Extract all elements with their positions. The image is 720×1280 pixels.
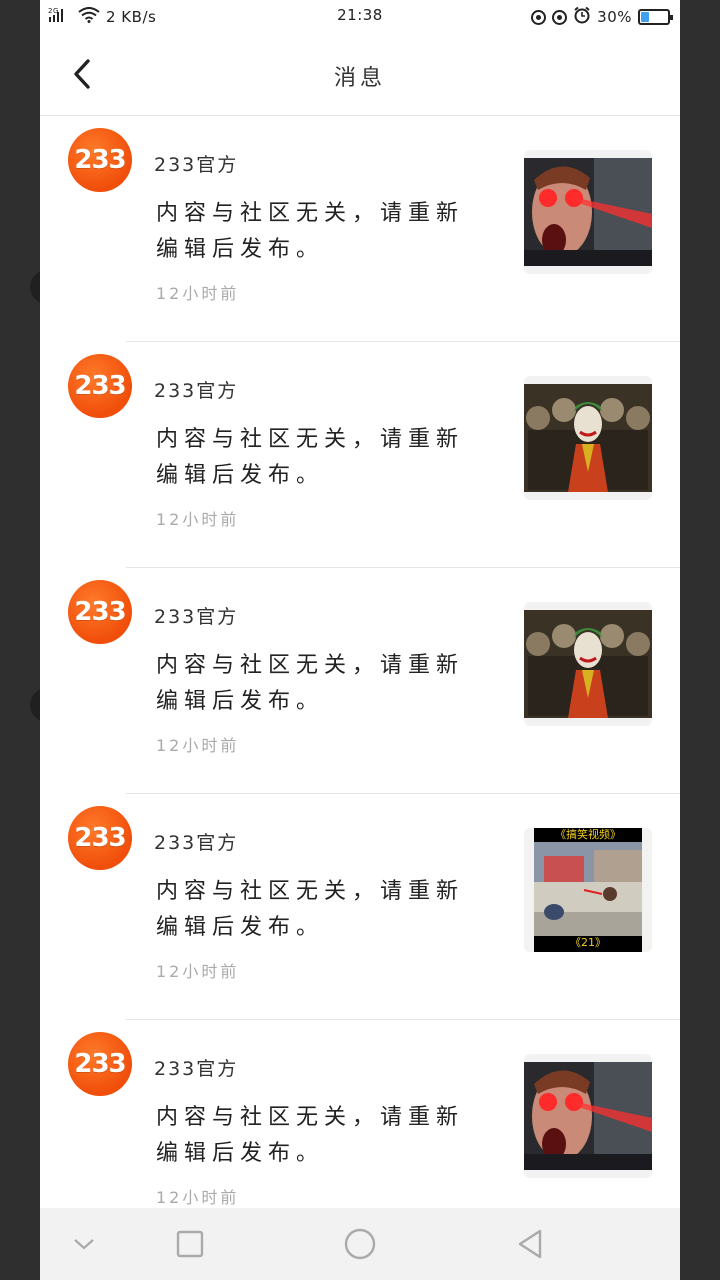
messages-page: 2G 2 KB/s 21:38 30% 消息 233 233官方 内容与社区无关… bbox=[40, 0, 680, 1280]
avatar[interactable]: 233 bbox=[68, 1032, 132, 1096]
home-button[interactable] bbox=[342, 1226, 378, 1262]
avatar[interactable]: 233 bbox=[68, 806, 132, 870]
message-item[interactable]: 233 233官方 内容与社区无关，请重新编辑后发布。 12小时前 bbox=[40, 568, 680, 794]
message-item[interactable]: 233 233官方 内容与社区无关，请重新编辑后发布。 12小时前 bbox=[40, 342, 680, 568]
message-time: 12小时前 bbox=[156, 1188, 240, 1207]
back-nav-button[interactable] bbox=[512, 1226, 548, 1262]
avatar[interactable]: 233 bbox=[68, 354, 132, 418]
sender-name: 233官方 bbox=[154, 154, 239, 176]
message-content: 内容与社区无关，请重新编辑后发布。 bbox=[156, 879, 465, 940]
message-time: 12小时前 bbox=[156, 962, 240, 981]
header: 消息 bbox=[40, 32, 680, 116]
back-triangle-icon bbox=[518, 1229, 542, 1259]
message-content: 内容与社区无关，请重新编辑后发布。 bbox=[156, 1105, 465, 1166]
post-thumbnail[interactable] bbox=[524, 150, 652, 274]
message-content: 内容与社区无关，请重新编辑后发布。 bbox=[156, 427, 465, 488]
battery-icon bbox=[638, 9, 673, 25]
battery-level bbox=[641, 12, 649, 22]
status-bar: 2G 2 KB/s 21:38 30% bbox=[40, 0, 680, 32]
message-time: 12小时前 bbox=[156, 736, 240, 755]
message-content: 内容与社区无关，请重新编辑后发布。 bbox=[156, 653, 465, 714]
sender-name: 233官方 bbox=[154, 1058, 239, 1080]
message-item[interactable]: 233 233官方 内容与社区无关，请重新编辑后发布。 12小时前 《搞笑视频》… bbox=[40, 794, 680, 1020]
message-time: 12小时前 bbox=[156, 510, 240, 529]
recents-button[interactable] bbox=[172, 1226, 208, 1262]
avatar[interactable]: 233 bbox=[68, 580, 132, 644]
post-thumbnail[interactable]: 《搞笑视频》 《21》 bbox=[524, 828, 652, 952]
post-thumbnail[interactable] bbox=[524, 1054, 652, 1178]
recents-square-icon bbox=[176, 1230, 204, 1258]
sender-name: 233官方 bbox=[154, 380, 239, 402]
avatar[interactable]: 233 bbox=[68, 128, 132, 192]
thumbnail-caption-top: 《搞笑视频》 bbox=[555, 828, 621, 841]
post-thumbnail[interactable] bbox=[524, 376, 652, 500]
chevron-down-icon bbox=[74, 1239, 94, 1250]
battery-percent: 30% bbox=[597, 8, 632, 26]
eye-care-icon bbox=[531, 9, 547, 25]
message-time: 12小时前 bbox=[156, 284, 240, 303]
page-title: 消息 bbox=[333, 66, 386, 91]
lock-rotation-icon bbox=[552, 9, 568, 25]
sender-name: 233官方 bbox=[154, 832, 239, 854]
sender-name: 233官方 bbox=[154, 606, 239, 628]
message-item[interactable]: 233 233官方 内容与社区无关，请重新编辑后发布。 12小时前 bbox=[40, 116, 680, 342]
alarm-icon bbox=[573, 6, 591, 28]
collapse-nav-button[interactable] bbox=[66, 1226, 102, 1262]
home-circle-icon bbox=[344, 1228, 376, 1260]
system-nav-bar bbox=[40, 1208, 680, 1280]
message-content: 内容与社区无关，请重新编辑后发布。 bbox=[156, 201, 465, 262]
message-list: 233 233官方 内容与社区无关，请重新编辑后发布。 12小时前 233 23… bbox=[40, 116, 680, 1246]
thumbnail-caption-bottom: 《21》 bbox=[570, 936, 606, 949]
post-thumbnail[interactable] bbox=[524, 602, 652, 726]
background-right bbox=[680, 0, 720, 1280]
background-left bbox=[0, 0, 40, 1280]
